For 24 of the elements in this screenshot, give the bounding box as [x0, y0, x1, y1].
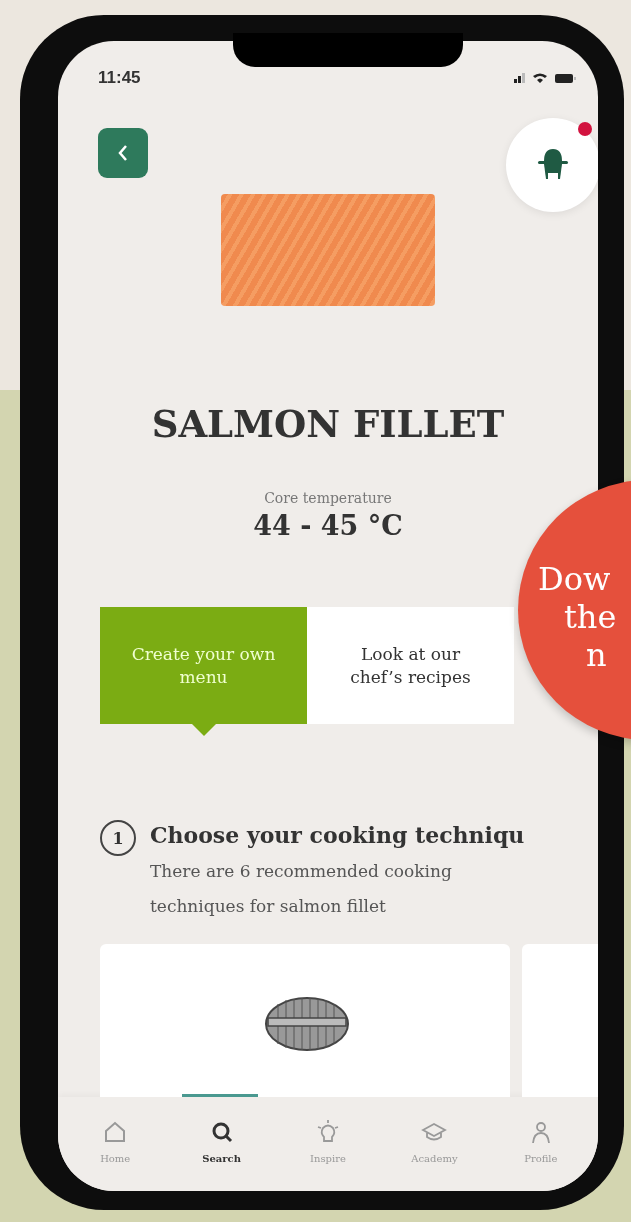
nav-tab[interactable]: Profile	[487, 1097, 595, 1183]
product-title: SALMON FILLET	[150, 402, 506, 446]
temperature-value: 44 - 45 °C	[252, 510, 404, 541]
wifi-icon	[533, 72, 547, 84]
nav-tab[interactable]: Inspire	[274, 1097, 382, 1183]
grill-grate-icon	[264, 996, 350, 1052]
lightbulb-icon	[315, 1119, 341, 1145]
tab-pointer	[191, 724, 216, 736]
step-title: Choose your cooking techniqu	[150, 822, 526, 848]
nav-tab[interactable]: Academy	[381, 1097, 488, 1183]
promo-text: the	[564, 598, 617, 636]
back-button[interactable]	[98, 128, 148, 178]
step-number: 1	[100, 820, 136, 856]
nav-tab[interactable]: Home	[62, 1097, 169, 1183]
temperature-label: Core temperature	[263, 490, 393, 506]
technique-card[interactable]	[100, 944, 510, 1097]
nav-tab[interactable]: Search	[168, 1097, 275, 1183]
promo-text: n	[586, 636, 607, 674]
step-description: There are 6 recommended cooking techniques for salmon fillet	[150, 860, 453, 918]
battery-icon	[555, 73, 576, 83]
status-time: 11:45	[98, 68, 141, 88]
signal-icon	[514, 73, 525, 83]
chevron-left-icon	[116, 143, 130, 163]
promo-text: Dow	[538, 560, 611, 598]
